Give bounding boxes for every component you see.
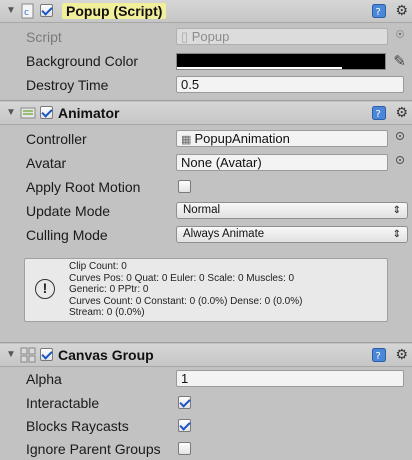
avatar-label: Avatar	[26, 155, 67, 171]
fold-arrow-icon[interactable]: ▼	[6, 349, 16, 360]
controller-row: Controller ▦ PopupAnimation	[0, 128, 412, 150]
object-picker-icon[interactable]	[396, 132, 404, 140]
update-mode-row: Update Mode Normal ⇕	[0, 200, 412, 222]
update-mode-dropdown[interactable]: Normal ⇕	[176, 202, 408, 219]
popup-title: Popup (Script)	[62, 3, 167, 19]
animator-controller-icon: ▦	[181, 134, 195, 146]
script-row: Script ▯ Popup	[0, 26, 412, 48]
info-line: Clip Count: 0	[69, 261, 127, 272]
info-icon: !	[35, 279, 55, 299]
blocks-raycasts-checkbox[interactable]	[178, 419, 191, 432]
animator-icon	[20, 107, 36, 119]
controller-field[interactable]: ▦ PopupAnimation	[176, 130, 388, 147]
update-mode-label: Update Mode	[26, 203, 111, 219]
culling-mode-dropdown[interactable]: Always Animate ⇕	[176, 226, 408, 243]
canvas-group-icon	[20, 347, 36, 363]
update-mode-value: Normal	[183, 204, 221, 216]
info-text: Clip Count: 0 Curves Pos: 0 Quat: 0 Euler…	[69, 261, 302, 319]
blocks-raycasts-label: Blocks Raycasts	[26, 418, 129, 434]
background-color-swatch[interactable]	[176, 53, 386, 70]
ignore-parent-groups-label: Ignore Parent Groups	[26, 441, 161, 457]
dropdown-arrows-icon: ⇕	[392, 205, 401, 216]
ignore-parent-groups-row: Ignore Parent Groups	[0, 438, 412, 460]
blocks-raycasts-row: Blocks Raycasts	[0, 415, 412, 437]
controller-value: PopupAnimation	[194, 131, 290, 146]
ignore-parent-groups-checkbox[interactable]	[178, 442, 191, 455]
object-picker-icon[interactable]	[396, 156, 404, 164]
interactable-label: Interactable	[26, 395, 100, 411]
destroy-time-label: Destroy Time	[26, 77, 109, 93]
alpha-bar	[177, 67, 342, 69]
info-line: Generic: 0 PPtr: 0	[69, 284, 149, 295]
info-line: Curves Count: 0 Constant: 0 (0.0%) Dense…	[69, 295, 303, 307]
svg-text:?: ?	[376, 109, 381, 120]
svg-text:c: c	[24, 8, 29, 18]
help-icon[interactable]: ?	[372, 4, 386, 18]
apply-root-motion-label: Apply Root Motion	[26, 179, 141, 195]
apply-root-motion-checkbox[interactable]	[178, 180, 191, 193]
svg-text:?: ?	[376, 351, 381, 362]
info-line: Stream: 0 (0.0%)	[69, 307, 145, 318]
info-line: Curves Pos: 0 Quat: 0 Euler: 0 Scale: 0 …	[69, 272, 295, 284]
script-file-icon: ▯	[181, 29, 192, 44]
background-color-row: Background Color ✎	[0, 50, 412, 72]
culling-mode-value: Always Animate	[183, 228, 265, 240]
interactable-row: Interactable	[0, 392, 412, 414]
fold-arrow-icon[interactable]: ▼	[6, 107, 16, 118]
interactable-checkbox[interactable]	[178, 396, 191, 409]
culling-mode-row: Culling Mode Always Animate ⇕	[0, 224, 412, 246]
animator-info-box: ! Clip Count: 0 Curves Pos: 0 Quat: 0 Eul…	[24, 258, 388, 322]
animator-component-header[interactable]: ▼ Animator ? ⚙	[0, 102, 412, 125]
destroy-time-input[interactable]: 0.5	[176, 76, 404, 93]
destroy-time-row: Destroy Time 0.5	[0, 74, 412, 96]
script-value: Popup	[191, 29, 230, 44]
gear-icon[interactable]: ⚙	[395, 2, 408, 19]
svg-text:?: ?	[376, 7, 381, 18]
eyedropper-icon[interactable]: ✎	[393, 52, 406, 70]
dropdown-arrows-icon: ⇕	[392, 229, 401, 240]
divider	[0, 342, 412, 343]
canvas-group-enabled-checkbox[interactable]	[40, 348, 53, 361]
controller-label: Controller	[26, 131, 87, 147]
component-enabled-checkbox[interactable]	[40, 4, 53, 17]
alpha-row: Alpha 1	[0, 368, 412, 390]
help-icon[interactable]: ?	[372, 106, 386, 120]
gear-icon[interactable]: ⚙	[395, 104, 408, 121]
avatar-row: Avatar None (Avatar)	[0, 152, 412, 174]
script-icon: c	[21, 3, 34, 19]
canvas-group-title: Canvas Group	[58, 347, 154, 363]
apply-root-motion-row: Apply Root Motion	[0, 176, 412, 198]
object-picker-icon[interactable]	[396, 30, 404, 38]
culling-mode-label: Culling Mode	[26, 227, 108, 243]
gear-icon[interactable]: ⚙	[395, 346, 408, 363]
script-field[interactable]: ▯ Popup	[176, 28, 388, 45]
divider	[0, 100, 412, 101]
help-icon[interactable]: ?	[372, 348, 386, 362]
background-color-label: Background Color	[26, 53, 139, 69]
alpha-input[interactable]: 1	[176, 370, 404, 387]
popup-component-header[interactable]: ▼ c Popup (Script) ? ⚙	[0, 0, 412, 23]
animator-title: Animator	[58, 105, 120, 121]
avatar-field[interactable]: None (Avatar)	[176, 154, 388, 171]
fold-arrow-icon[interactable]: ▼	[6, 5, 16, 16]
animator-enabled-checkbox[interactable]	[40, 106, 53, 119]
script-label: Script	[26, 29, 62, 45]
alpha-label: Alpha	[26, 371, 62, 387]
canvas-group-component-header[interactable]: ▼ Canvas Group ? ⚙	[0, 344, 412, 367]
